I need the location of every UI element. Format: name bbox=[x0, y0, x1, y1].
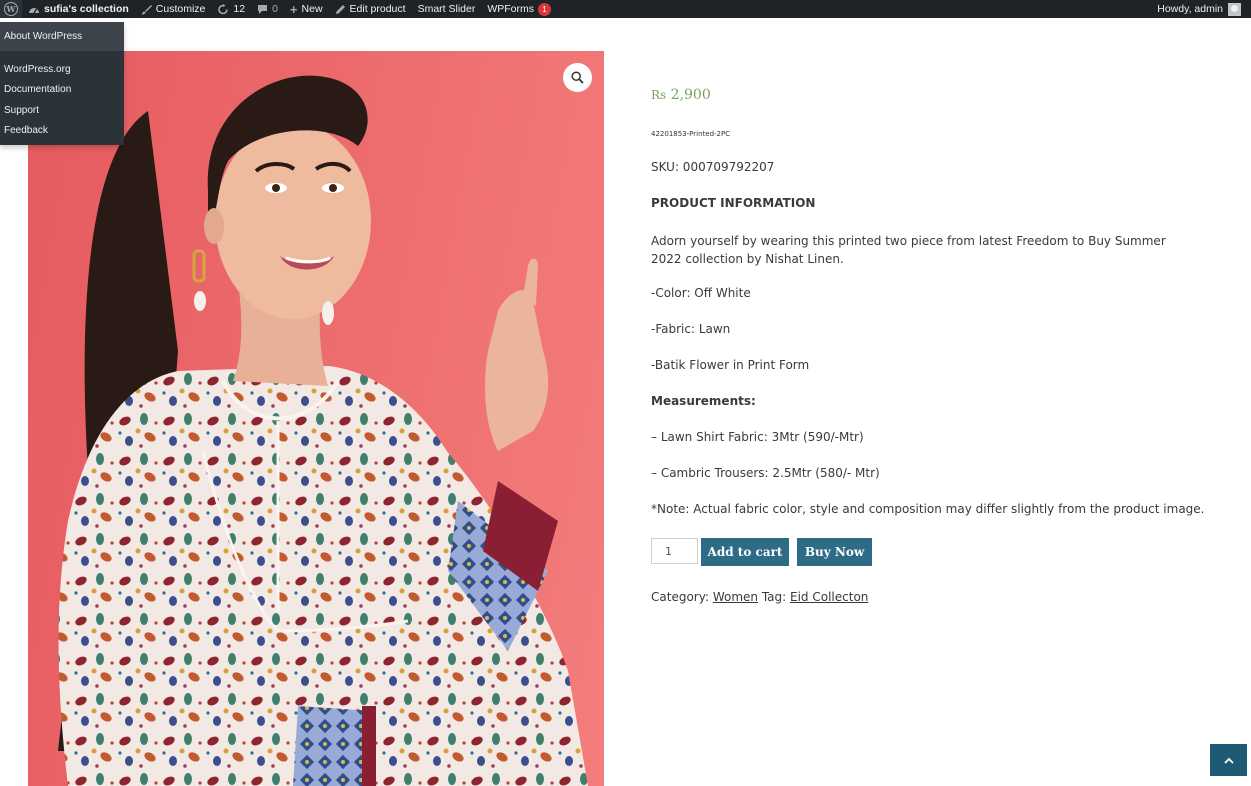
category-link[interactable]: Women bbox=[713, 590, 758, 604]
wpforms-link[interactable]: WPForms 1 bbox=[481, 0, 557, 18]
wordpress-logo-icon: W bbox=[4, 2, 18, 16]
comments-link[interactable]: 0 bbox=[251, 0, 284, 18]
new-label: New bbox=[301, 3, 323, 15]
wpforms-label: WPForms bbox=[487, 3, 535, 15]
wpforms-notification-badge: 1 bbox=[538, 2, 552, 16]
customize-label: Customize bbox=[155, 3, 206, 15]
magnifier-icon bbox=[571, 71, 584, 84]
tag-label: Tag: bbox=[761, 590, 787, 604]
pencil-icon bbox=[335, 4, 345, 14]
trousers-measurement: – Cambric Trousers: 2.5Mtr (580/- Mtr) bbox=[651, 466, 880, 480]
site-name: sufia's collection bbox=[44, 3, 129, 15]
category-label: Category: bbox=[651, 590, 709, 604]
product-short-code: 42201853-Printed-2PC bbox=[651, 130, 731, 138]
product-color: -Color: Off White bbox=[651, 286, 751, 300]
support-link[interactable]: Support bbox=[0, 100, 124, 121]
tag-link[interactable]: Eid Collecton bbox=[790, 590, 868, 604]
edit-product-link[interactable]: Edit product bbox=[329, 0, 412, 18]
product-info-heading: PRODUCT INFORMATION bbox=[651, 196, 816, 210]
currency-symbol: Rs bbox=[651, 88, 667, 102]
customize-link[interactable]: Customize bbox=[135, 0, 212, 18]
product-sku: SKU: 000709792207 bbox=[651, 160, 775, 174]
dashboard-icon bbox=[29, 8, 39, 14]
add-to-cart-button[interactable]: Add to cart bbox=[701, 538, 789, 566]
shirt-measurement: – Lawn Shirt Fabric: 3Mtr (590/-Mtr) bbox=[651, 430, 864, 444]
product-fabric: -Fabric: Lawn bbox=[651, 322, 731, 336]
comments-count: 0 bbox=[272, 3, 278, 15]
wordpress-links-list: WordPress.org Documentation Support Feed… bbox=[0, 51, 124, 141]
new-content-menu[interactable]: + New bbox=[284, 0, 329, 18]
comment-bubble-icon bbox=[258, 4, 268, 14]
product-batik: -Batik Flower in Print Form bbox=[651, 358, 810, 372]
my-account-menu[interactable]: Howdy, admin bbox=[1157, 2, 1251, 16]
model-photo bbox=[58, 75, 589, 786]
wordpress-menu[interactable]: W bbox=[0, 0, 22, 18]
admin-bar: W sufia's collection Customize 12 0 + Ne… bbox=[0, 0, 1251, 18]
smart-slider-label: Smart Slider bbox=[417, 3, 476, 15]
howdy-label: Howdy, admin bbox=[1157, 3, 1223, 15]
paintbrush-icon bbox=[141, 4, 152, 14]
measurements-heading: Measurements: bbox=[651, 394, 756, 408]
chevron-up-icon bbox=[1223, 757, 1234, 764]
wordpress-org-link[interactable]: WordPress.org bbox=[0, 59, 124, 80]
wordpress-dropdown: About WordPress WordPress.org Documentat… bbox=[0, 22, 124, 145]
about-wordpress-link[interactable]: About WordPress bbox=[0, 22, 124, 51]
smart-slider-link[interactable]: Smart Slider bbox=[412, 0, 482, 18]
price-amount: 2,900 bbox=[670, 87, 711, 103]
buy-now-button[interactable]: Buy Now bbox=[797, 538, 872, 566]
product-price: Rs 2,900 bbox=[651, 87, 711, 103]
scroll-to-top-button[interactable] bbox=[1210, 744, 1247, 776]
product-note: *Note: Actual fabric color, style and co… bbox=[651, 502, 1205, 516]
updates-icon bbox=[218, 3, 229, 14]
avatar bbox=[1228, 2, 1241, 16]
plus-icon: + bbox=[289, 1, 298, 17]
edit-product-label: Edit product bbox=[349, 3, 406, 15]
quantity-input[interactable]: 1 bbox=[651, 538, 698, 564]
product-meta: Category: Women Tag: Eid Collecton bbox=[651, 590, 868, 604]
updates-link[interactable]: 12 bbox=[211, 0, 251, 18]
updates-count: 12 bbox=[233, 3, 246, 15]
product-description: Adorn yourself by wearing this printed t… bbox=[651, 234, 1166, 266]
zoom-button[interactable] bbox=[563, 63, 592, 92]
feedback-link[interactable]: Feedback bbox=[0, 121, 124, 142]
documentation-link[interactable]: Documentation bbox=[0, 80, 124, 101]
product-image[interactable] bbox=[28, 51, 604, 786]
site-name-menu[interactable]: sufia's collection bbox=[22, 0, 135, 18]
